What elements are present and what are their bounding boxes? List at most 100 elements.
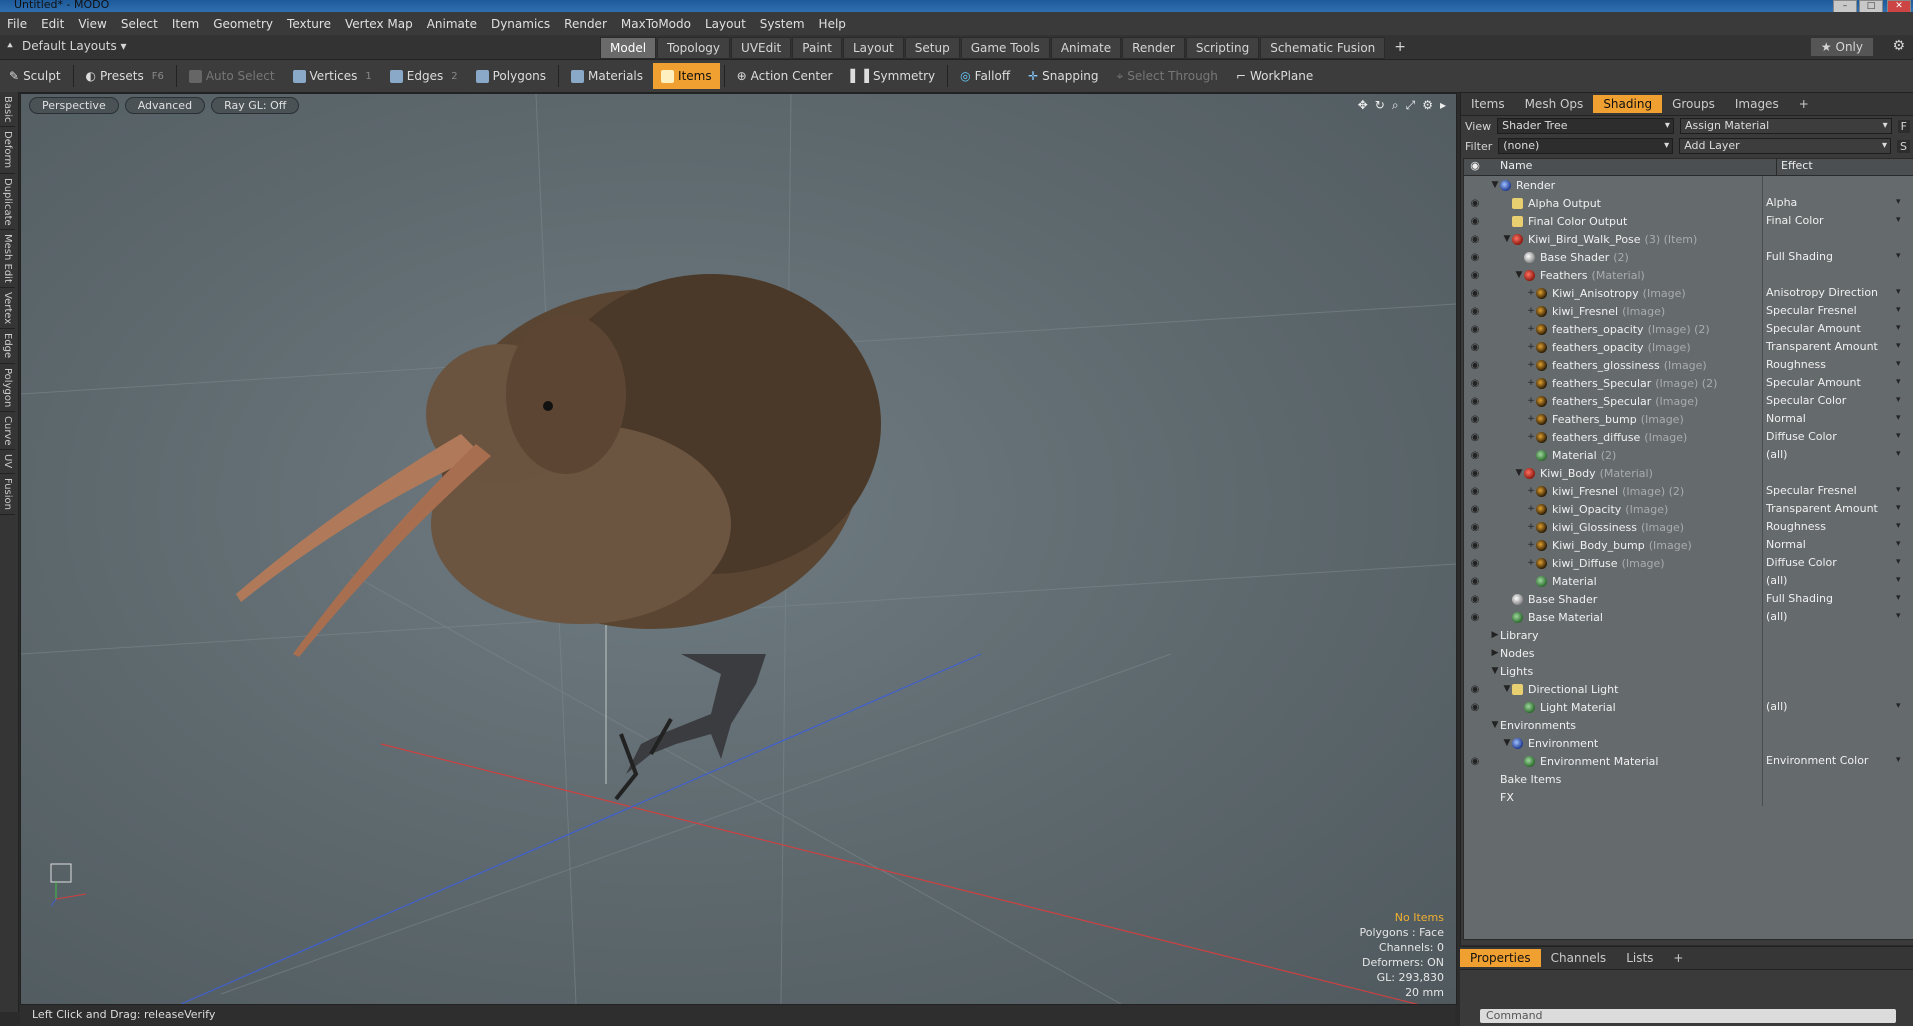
props-tab-lists[interactable]: Lists [1616,949,1663,967]
tree-row[interactable]: ▼ Lights [1464,662,1913,680]
tree-row[interactable]: ◉ + kiwi_Opacity (Image) Transparent Amount ▾ [1464,500,1913,518]
effect-dropdown-icon[interactable]: ▾ [1896,305,1901,315]
workplane-button[interactable]: ⌐ WorkPlane [1228,63,1321,89]
effect-dropdown-icon[interactable]: ▾ [1896,557,1901,567]
effect-cell[interactable] [1762,176,1904,194]
expand-toggle-icon[interactable]: + [1526,342,1536,352]
effect-dropdown-icon[interactable]: ▾ [1896,341,1901,351]
effect-cell[interactable] [1762,734,1904,752]
name-column-header[interactable]: Name [1486,159,1776,175]
effect-cell[interactable] [1762,626,1904,644]
menu-file[interactable]: File [0,17,34,31]
effect-dropdown-icon[interactable]: ▾ [1896,521,1901,531]
select-through-button[interactable]: ⌖ Select Through [1109,63,1226,89]
tree-row[interactable]: ◉ + feathers_opacity (Image) Transparent Amo… [1464,338,1913,356]
tab-paint[interactable]: Paint [792,37,842,59]
tree-row[interactable]: ◉ Environment Material Environment Color ▾ [1464,752,1913,770]
effect-cell[interactable]: Full Shading [1762,248,1904,266]
effect-cell[interactable]: Alpha [1762,194,1904,212]
advanced-button[interactable]: Advanced [124,97,206,114]
expand-toggle-icon[interactable]: + [1526,396,1536,406]
tab-game-tools[interactable]: Game Tools [960,37,1050,59]
menu-layout[interactable]: Layout [698,17,753,31]
effect-cell[interactable] [1762,230,1904,248]
left-tab-edge[interactable]: Edge [0,329,15,364]
polygons-button[interactable]: Polygons [468,63,554,89]
tree-row[interactable]: ◉ + feathers_diffuse (Image) Diffuse Color ▾ [1464,428,1913,446]
items-button[interactable]: Items [653,63,720,89]
effect-cell[interactable]: Roughness [1762,356,1904,374]
left-tab-duplicate[interactable]: Duplicate [0,174,15,231]
tab-animate[interactable]: Animate [1050,37,1122,59]
effect-dropdown-icon[interactable]: ▾ [1896,413,1901,423]
tree-row[interactable]: ◉ + Kiwi_Body_bump (Image) Normal ▾ [1464,536,1913,554]
materials-button[interactable]: Materials [563,63,651,89]
tab-setup[interactable]: Setup [904,37,960,59]
tab-scripting[interactable]: Scripting [1185,37,1260,59]
expand-toggle-icon[interactable]: + [1526,378,1536,388]
effect-cell[interactable]: Full Shading [1762,590,1904,608]
effect-dropdown-icon[interactable]: ▾ [1896,251,1901,261]
left-tab-vertex[interactable]: Vertex [0,288,15,330]
tree-row[interactable]: ◉ ▼ Kiwi_Bird_Walk_Pose (3) (Item) [1464,230,1913,248]
effect-dropdown-icon[interactable]: ▾ [1896,287,1901,297]
tree-row[interactable]: ◉ ▼ Feathers (Material) [1464,266,1913,284]
effect-cell[interactable]: Specular Amount [1762,320,1904,338]
menu-geometry[interactable]: Geometry [206,17,280,31]
tree-row[interactable]: ◉ Final Color Output Final Color ▾ [1464,212,1913,230]
tree-row[interactable]: ◉ Material (2) (all) ▾ [1464,446,1913,464]
expand-toggle-icon[interactable]: + [1526,432,1536,442]
action-center-button[interactable]: ⊕ Action Center [729,63,841,89]
tab-model[interactable]: Model [600,37,657,59]
effect-dropdown-icon[interactable]: ▾ [1896,395,1901,405]
tree-row[interactable]: ◉ + Kiwi_Anisotropy (Image) Anisotropy Direc… [1464,284,1913,302]
tree-row[interactable]: ◉ Base Material (all) ▾ [1464,608,1913,626]
falloff-button[interactable]: ◎ Falloff [952,63,1018,89]
effect-dropdown-icon[interactable]: ▾ [1896,359,1901,369]
edges-button[interactable]: Edges 2 [382,63,466,89]
tree-row[interactable]: ◉ Material (all) ▾ [1464,572,1913,590]
effect-cell[interactable] [1762,716,1904,734]
menu-texture[interactable]: Texture [280,17,338,31]
menu-dynamics[interactable]: Dynamics [484,17,557,31]
default-layouts-dropdown[interactable]: Default Layouts ▾ [22,39,127,53]
expand-toggle-icon[interactable]: + [1526,306,1536,316]
effect-dropdown-icon[interactable]: ▾ [1896,593,1901,603]
add-tab-button[interactable]: + [1386,37,1414,59]
symmetry-button[interactable]: ▌▐ Symmetry [842,63,943,89]
effect-dropdown-icon[interactable]: ▾ [1896,323,1901,333]
tree-row[interactable]: ◉ + feathers_Specular (Image) (2) Specular A… [1464,374,1913,392]
gear-icon[interactable]: ⚙ [1892,38,1905,54]
tree-row[interactable]: ◉ ▼ Directional Light [1464,680,1913,698]
menu-select[interactable]: Select [114,17,165,31]
expand-toggle-icon[interactable]: ▼ [1502,738,1512,748]
left-tab-basic[interactable]: Basic [0,92,15,128]
menu-view[interactable]: View [71,17,113,31]
effect-cell[interactable] [1762,662,1904,680]
auto-select-button[interactable]: Auto Select [181,63,283,89]
expand-toggle-icon[interactable]: + [1526,288,1536,298]
tree-row[interactable]: ◉ + kiwi_Glossiness (Image) Roughness ▾ [1464,518,1913,536]
expand-toggle-icon[interactable]: ▶ [1490,630,1500,640]
expand-toggle-icon[interactable]: + [1526,522,1536,532]
view-dropdown[interactable]: Shader Tree [1497,118,1674,134]
props-tab-channels[interactable]: Channels [1541,949,1617,967]
left-tab-curve[interactable]: Curve [0,412,15,451]
effect-dropdown-icon[interactable]: ▾ [1896,755,1901,765]
tab-topology[interactable]: Topology [657,37,731,59]
effect-cell[interactable] [1762,788,1904,806]
menu-maxtomodo[interactable]: MaxToModo [614,17,698,31]
expand-toggle-icon[interactable]: + [1526,486,1536,496]
tab-schematic-fusion[interactable]: Schematic Fusion [1260,37,1386,59]
effect-cell[interactable] [1762,770,1904,788]
effect-cell[interactable]: Anisotropy Direction [1762,284,1904,302]
effect-cell[interactable] [1762,464,1904,482]
viewport-menu-icon[interactable]: ▸ [1440,98,1446,113]
tree-row[interactable]: ▼ Environments [1464,716,1913,734]
collapse-icon[interactable]: ⯅ [6,41,14,52]
effect-cell[interactable]: (all) [1762,698,1904,716]
menu-edit[interactable]: Edit [34,17,71,31]
zoom-view-icon[interactable]: ⌕ [1392,98,1399,113]
effect-cell[interactable] [1762,644,1904,662]
effect-cell[interactable]: Final Color [1762,212,1904,230]
